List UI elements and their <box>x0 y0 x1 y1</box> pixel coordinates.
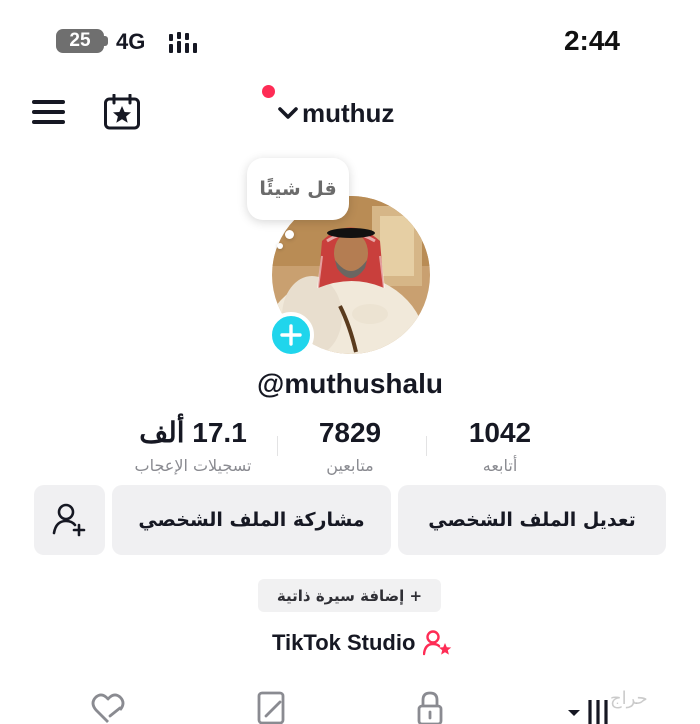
following-count: 1042 <box>468 417 532 448</box>
account-name: muthuz <box>302 98 395 128</box>
likes-label: تسجيلات الإعجاب <box>134 456 252 475</box>
watermark: حراج <box>610 688 648 709</box>
share-profile-button[interactable]: مشاركة الملف الشخصي <box>112 485 391 555</box>
lock-icon[interactable] <box>415 690 445 724</box>
edit-profile-button[interactable]: تعديل الملف الشخصي <box>398 485 666 555</box>
likes-stat[interactable]: 17.1 ألف تسجيلات الإعجاب <box>120 414 266 477</box>
grid-icon[interactable] <box>566 698 614 724</box>
battery-indicator: 25 <box>56 29 104 53</box>
chevron-down-icon <box>278 107 298 119</box>
add-friends-button[interactable] <box>34 485 105 555</box>
likes-count: 17.1 ألف <box>139 417 247 448</box>
notification-dot <box>262 85 275 98</box>
creator-star-icon <box>423 630 452 656</box>
following-label: أتابعه <box>482 456 518 475</box>
stat-divider <box>277 436 278 456</box>
tiktok-studio-link[interactable]: TikTok Studio <box>272 626 453 660</box>
followers-count: 7829 <box>318 417 382 448</box>
bubble-tail <box>285 230 294 239</box>
battery-tip <box>104 36 108 46</box>
following-stat[interactable]: 1042 أتابعه <box>440 414 560 477</box>
tiktok-studio-label: TikTok Studio <box>272 630 416 655</box>
liked-icon[interactable] <box>90 690 126 724</box>
reposts-icon[interactable] <box>256 690 288 724</box>
username: @muthushalu <box>257 368 443 399</box>
calendar-star-icon[interactable] <box>103 94 141 130</box>
bubble-tail <box>277 243 283 249</box>
menu-icon[interactable] <box>32 97 66 125</box>
plus-icon <box>280 324 302 346</box>
add-photo-button[interactable] <box>268 312 314 358</box>
share-profile-label: مشاركة الملف الشخصي <box>138 509 365 531</box>
add-bio-button[interactable]: + إضافة سيرة ذاتية <box>258 579 441 612</box>
clock: 2:44 <box>563 25 620 56</box>
network-type: 4G <box>116 29 146 54</box>
account-switcher[interactable]: muthuz <box>277 96 394 130</box>
edit-profile-label: تعديل الملف الشخصي <box>428 509 636 531</box>
bubble-text: قل شيئًا <box>259 178 337 200</box>
status-bar: 25 4G 2:44 <box>0 0 700 80</box>
add-user-icon <box>52 503 85 537</box>
signal-icon <box>169 32 197 53</box>
followers-label: متابعين <box>326 456 374 475</box>
say-something-bubble[interactable]: قل شيئًا <box>247 158 349 220</box>
followers-stat[interactable]: 7829 متابعين <box>290 414 410 477</box>
add-bio-label: + إضافة سيرة ذاتية <box>276 586 423 605</box>
stat-divider <box>426 436 427 456</box>
